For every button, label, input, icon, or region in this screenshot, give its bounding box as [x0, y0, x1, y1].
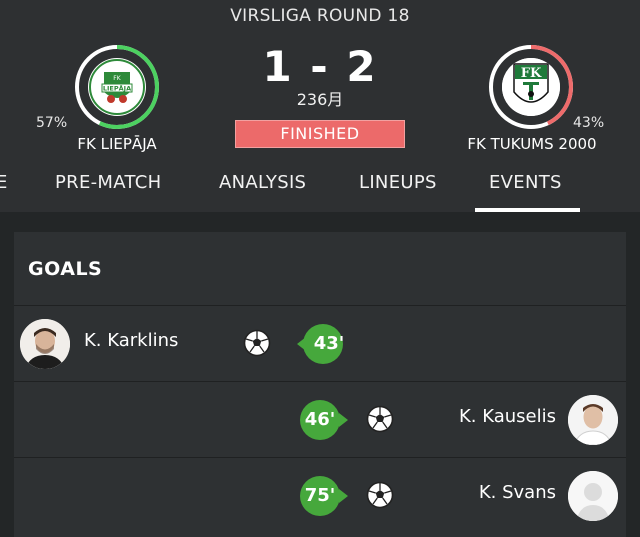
- soccer-ball-icon: [366, 405, 394, 433]
- minute-badge: 46': [300, 400, 348, 440]
- tab-partial[interactable]: E: [0, 172, 8, 193]
- player-name[interactable]: K. Svans: [479, 482, 556, 503]
- tab-events[interactable]: EVENTS: [489, 172, 562, 193]
- match-header: VIRSLIGA ROUND 18 FK LIEPĀJA 57% FK LIEP…: [0, 0, 640, 212]
- tab-bar: E PRE-MATCH ANALYSIS LINEUPS EVENTS: [0, 166, 640, 212]
- avatar[interactable]: [20, 319, 70, 369]
- away-logo-text: FK: [521, 66, 542, 81]
- away-team-badge[interactable]: FK: [488, 44, 574, 130]
- minute-badge: 43': [297, 324, 344, 364]
- away-possession: 43%: [573, 115, 605, 131]
- list-item[interactable]: 46' K. Kauselis: [14, 382, 626, 457]
- soccer-ball-icon: [366, 481, 394, 509]
- tab-analysis[interactable]: ANALYSIS: [219, 172, 306, 193]
- home-possession: 57%: [36, 115, 68, 131]
- person-silhouette-icon[interactable]: [568, 471, 618, 521]
- minute-badge: 75': [300, 476, 348, 516]
- away-team-name[interactable]: FK TUKUMS 2000: [432, 135, 632, 153]
- avatar[interactable]: [568, 395, 618, 445]
- round-title: VIRSLIGA ROUND 18: [230, 6, 410, 26]
- player-name[interactable]: K. Kauselis: [459, 406, 556, 427]
- tab-lineups[interactable]: LINEUPS: [359, 172, 437, 193]
- goals-panel: GOALS K. Karklins 43' 46' K. Kauselis 75…: [14, 232, 626, 537]
- away-team-logo: FK: [502, 58, 560, 116]
- player-photo-icon: [568, 395, 618, 445]
- player-photo-icon: [20, 319, 70, 369]
- minute-text: 46': [304, 409, 336, 430]
- home-team-name[interactable]: FK LIEPĀJA: [17, 135, 217, 153]
- status-badge: FINISHED: [235, 120, 405, 148]
- tab-pre-match[interactable]: PRE-MATCH: [55, 172, 161, 193]
- minute-text: 43': [313, 333, 345, 354]
- player-name[interactable]: K. Karklins: [84, 330, 178, 351]
- goals-title: GOALS: [28, 258, 103, 280]
- active-tab-indicator: [475, 208, 580, 212]
- soccer-ball-icon: [243, 329, 271, 357]
- list-item[interactable]: K. Karklins 43': [14, 306, 626, 381]
- minute-text: 75': [304, 485, 336, 506]
- list-item[interactable]: 75' K. Svans: [14, 458, 626, 537]
